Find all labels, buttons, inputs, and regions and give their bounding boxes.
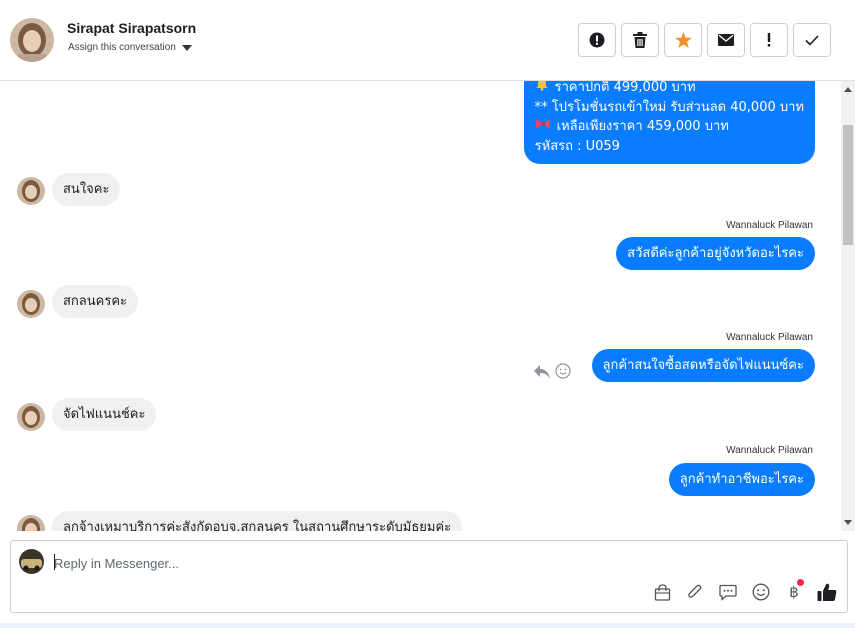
contact-name: Sirapat Sirapatsorn xyxy=(67,20,197,36)
checkmark-icon xyxy=(805,34,819,46)
message-hover-tools xyxy=(534,363,571,383)
emoji-icon[interactable] xyxy=(751,582,771,602)
alert-circle-icon xyxy=(589,32,605,48)
messenger-inbox: Sirapat Sirapatsorn Assign this conversa… xyxy=(0,0,855,628)
reply-composer: ฿ xyxy=(10,540,848,613)
thread-scrollbar[interactable] xyxy=(841,81,855,531)
contact-avatar-small xyxy=(17,177,45,205)
reply-icon[interactable] xyxy=(534,364,551,383)
scroll-thumb[interactable] xyxy=(843,125,853,245)
star-button[interactable] xyxy=(664,23,702,57)
scroll-up-arrow-icon[interactable] xyxy=(844,87,852,92)
emoji-react-icon[interactable] xyxy=(555,363,571,383)
mark-spam-button[interactable] xyxy=(578,23,616,57)
thumbs-up-icon[interactable] xyxy=(817,582,837,602)
assign-conversation-dropdown[interactable]: Assign this conversation xyxy=(68,42,192,53)
conversation-actions xyxy=(578,23,831,57)
sender-name: Wannaluck Pilawan xyxy=(726,332,813,343)
ribbon-icon xyxy=(535,117,551,137)
star-icon xyxy=(674,32,692,48)
contact-avatar-small xyxy=(17,403,45,431)
trash-icon xyxy=(633,32,647,48)
delete-button[interactable] xyxy=(621,23,659,57)
shopping-bag-icon[interactable] xyxy=(652,582,672,602)
saved-reply-icon[interactable] xyxy=(718,582,738,602)
message-line: ราคาปกติ 499,000 บาท xyxy=(535,81,804,98)
message-bubble-incoming[interactable]: สนใจคะ xyxy=(52,173,121,206)
contact-avatar-small xyxy=(17,290,45,318)
message-bubble-incoming[interactable]: สกลนครคะ xyxy=(52,285,139,318)
scroll-down-arrow-icon[interactable] xyxy=(844,520,852,525)
notification-dot xyxy=(797,579,804,586)
bottom-edge xyxy=(0,623,855,628)
page-avatar xyxy=(19,549,44,574)
message-bubble-incoming[interactable]: ลูกจ้างเหมาบริการค่ะสังกัดอบจ.สกลนคร ในส… xyxy=(52,511,463,531)
conversation-header: Sirapat Sirapatsorn Assign this conversa… xyxy=(0,0,855,81)
baht-payment-icon[interactable]: ฿ xyxy=(784,579,804,602)
text-cursor xyxy=(54,554,55,570)
contact-avatar[interactable] xyxy=(10,18,54,62)
contact-avatar-small xyxy=(17,515,45,531)
paperclip-icon[interactable] xyxy=(685,582,705,602)
message-line: รหัสรถ : U059 xyxy=(534,138,620,154)
assign-label: Assign this conversation xyxy=(68,42,176,53)
exclamation-icon xyxy=(767,33,771,47)
mark-unread-button[interactable] xyxy=(707,23,745,57)
envelope-icon xyxy=(718,34,734,46)
message-line: ** โปรโมชั่นรถเข้าใหม่ รับส่วนลด 40,000 … xyxy=(534,99,804,115)
important-button[interactable] xyxy=(750,23,788,57)
composer-toolbar: ฿ xyxy=(652,579,837,602)
caret-down-icon xyxy=(181,45,192,51)
reply-input[interactable] xyxy=(54,553,814,573)
message-thread[interactable]: ราคาปกติ 499,000 บาท ** โปรโมชั่นรถเข้าใ… xyxy=(0,81,855,531)
message-bubble-outgoing[interactable]: ลูกค้าสนใจซื้อสดหรือจัดไฟแนนซ์คะ xyxy=(591,349,815,382)
message-bubble-outgoing[interactable]: ลูกค้าทำอาชีพอะไรคะ xyxy=(668,463,815,496)
sender-name: Wannaluck Pilawan xyxy=(726,220,813,231)
message-bubble-outgoing[interactable]: สวัสดีค่ะลูกค้าอยู่จังหวัดอะไรคะ xyxy=(616,237,815,270)
bell-icon xyxy=(535,81,549,98)
mark-done-button[interactable] xyxy=(793,23,831,57)
message-line: เหลือเพียงราคา 459,000 บาท xyxy=(535,117,804,137)
sender-name: Wannaluck Pilawan xyxy=(726,445,813,456)
message-bubble-incoming[interactable]: จัดไฟแนนช์คะ xyxy=(52,398,157,431)
message-bubble-outgoing[interactable]: ราคาปกติ 499,000 บาท ** โปรโมชั่นรถเข้าใ… xyxy=(523,81,815,164)
